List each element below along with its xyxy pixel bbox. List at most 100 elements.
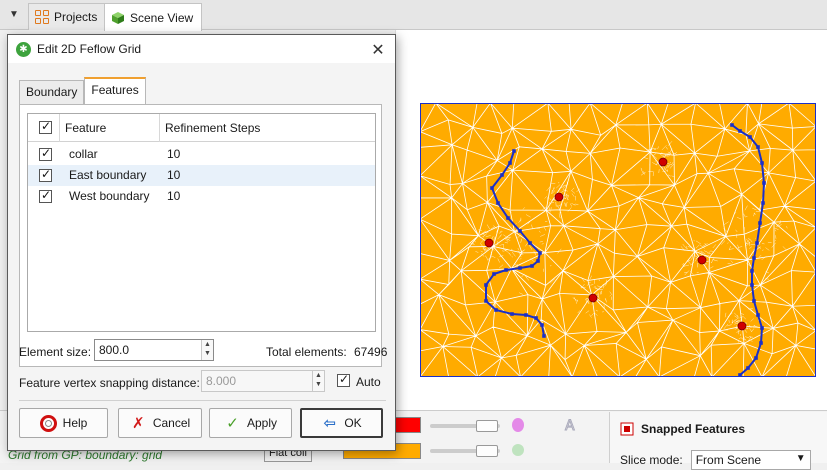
lighting-icon-disabled[interactable]	[511, 443, 525, 457]
refinement-steps[interactable]: 10	[167, 186, 180, 207]
column-header-feature[interactable]: Feature	[65, 114, 106, 142]
row-checkbox[interactable]	[39, 146, 52, 161]
row-checkbox[interactable]	[39, 188, 52, 203]
total-elements-value: 67496	[354, 345, 388, 359]
feature-vertex	[484, 299, 488, 303]
feature-vertex	[762, 181, 766, 185]
refinement-steps[interactable]: 10	[167, 144, 180, 165]
snap-distance-spinner[interactable]: ▲ ▼	[312, 371, 324, 391]
feature-vertex	[528, 241, 532, 245]
chevron-down-icon: ▼	[795, 453, 806, 464]
feature-vertex	[524, 313, 528, 317]
collar-point	[658, 157, 668, 167]
feature-vertex	[538, 251, 542, 255]
help-button[interactable]: Help	[19, 408, 108, 438]
feature-vertex	[755, 241, 759, 245]
feature-vertex	[530, 264, 534, 268]
feature-vertex	[756, 145, 760, 149]
feature-vertex	[738, 129, 742, 133]
element-size-label: Element size:	[19, 345, 92, 359]
tab-boundary[interactable]: Boundary	[19, 80, 85, 104]
snap-icon	[620, 422, 634, 436]
table-row[interactable]: collar 10	[28, 144, 375, 165]
feature-vertex	[730, 123, 734, 127]
lifebuoy-icon	[39, 414, 57, 432]
tab-scene-view[interactable]: Scene View	[104, 3, 203, 31]
tab-list-dropdown[interactable]: ▼	[4, 6, 24, 24]
slice-mode-row: Slice mode: From Scene ▼	[620, 450, 811, 470]
features-panel: Feature Refinement Steps collar 10 East …	[19, 104, 382, 367]
opacity-slider-handle[interactable]	[476, 420, 498, 432]
element-size-spinner[interactable]: ▲ ▼	[201, 340, 213, 360]
slice-mode-value: From Scene	[695, 453, 762, 467]
slice-mode-select[interactable]: From Scene ▼	[690, 450, 811, 470]
tab-scene-view-label: Scene View	[130, 10, 194, 25]
feature-vertex	[759, 341, 763, 345]
row-checkbox[interactable]	[39, 167, 52, 182]
feature-vertex	[492, 272, 496, 276]
feature-vertex	[510, 312, 514, 316]
feature-vertex	[748, 135, 752, 139]
auto-checkbox[interactable]	[337, 372, 350, 387]
dialog-tabs: Boundary Features	[19, 77, 146, 105]
element-size-field[interactable]: 800.0 ▲ ▼	[94, 339, 214, 361]
feature-vertex	[750, 283, 754, 287]
feature-vertex	[508, 161, 512, 165]
feature-name: East boundary	[69, 168, 147, 182]
table-row[interactable]: East boundary 10	[28, 165, 375, 186]
apply-label: Apply	[246, 416, 278, 430]
feature-vertex	[496, 201, 500, 205]
select-all-checkbox[interactable]	[39, 119, 52, 134]
return-arrow-icon: ⇦	[323, 415, 337, 432]
snap-distance-field[interactable]: 8.000 ▲ ▼	[201, 370, 325, 392]
opacity-slider-2-handle[interactable]	[476, 445, 498, 457]
feature-vertex	[490, 186, 494, 190]
feature-vertex	[518, 266, 522, 270]
edit-feflow-grid-dialog: ✱ Edit 2D Feflow Grid ✕ Boundary Feature…	[7, 34, 396, 451]
cancel-button[interactable]: ✗ Cancel	[118, 408, 202, 438]
table-row[interactable]: West boundary 10	[28, 186, 375, 207]
column-header-refinement-steps[interactable]: Refinement Steps	[165, 114, 260, 142]
tab-features[interactable]: Features	[84, 77, 146, 105]
snap-distance-value: 8.000	[206, 374, 237, 388]
mesh-grid-view[interactable]	[420, 103, 816, 377]
feature-vertex	[761, 201, 765, 205]
close-icon[interactable]: ✕	[369, 40, 387, 60]
feature-vertex	[756, 313, 760, 317]
feature-vertex	[540, 323, 544, 327]
tab-boundary-label: Boundary	[26, 85, 78, 99]
panel-title-label: Snapped Features	[641, 422, 746, 436]
dialog-titlebar: ✱ Edit 2D Feflow Grid	[8, 35, 395, 63]
scene-viewport[interactable]	[395, 30, 827, 410]
tab-features-label: Features	[91, 83, 139, 97]
button-separator	[19, 400, 386, 401]
feature-vertex	[494, 308, 498, 312]
panel-title: Snapped Features	[620, 422, 745, 436]
ok-button[interactable]: ⇦ OK	[300, 408, 383, 438]
feature-vertex	[536, 259, 540, 263]
help-label: Help	[62, 416, 88, 430]
svg-text:A: A	[565, 418, 575, 433]
checkmark-icon: ✓	[226, 415, 239, 432]
features-table: Feature Refinement Steps collar 10 East …	[27, 113, 376, 332]
feature-vertex	[760, 161, 764, 165]
feature-vertex	[500, 173, 504, 177]
apply-button[interactable]: ✓ Apply	[209, 408, 292, 438]
refinement-steps[interactable]: 10	[167, 165, 180, 186]
table-header: Feature Refinement Steps	[28, 114, 375, 142]
collar-point	[737, 321, 747, 331]
tab-projects-label: Projects	[54, 10, 98, 24]
feature-vertex	[738, 373, 742, 377]
tab-projects[interactable]: Projects	[28, 3, 107, 30]
feature-vertex	[518, 229, 522, 233]
tab-bar: ▼ Projects Scene View	[0, 0, 827, 31]
feature-vertex	[534, 316, 538, 320]
auto-label: Auto	[356, 375, 381, 389]
dialog-title: Edit 2D Feflow Grid	[37, 42, 142, 56]
feature-vertex	[506, 216, 510, 220]
feature-name: West boundary	[69, 189, 150, 203]
feature-vertex	[752, 299, 756, 303]
lighting-icon[interactable]	[511, 417, 525, 433]
feature-vertex	[484, 283, 488, 287]
text-label-icon[interactable]: A	[563, 417, 579, 434]
